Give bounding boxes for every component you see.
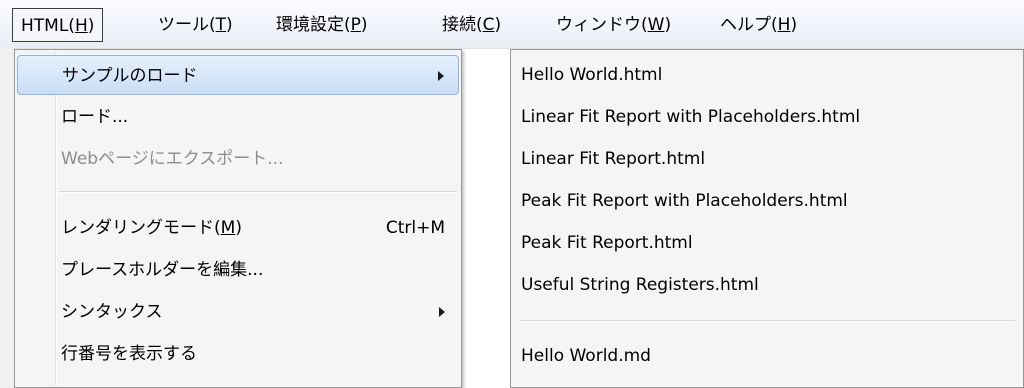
sample-item-label: Linear Fit Report.html <box>521 149 706 169</box>
menu-help-accelerator: H <box>777 15 791 35</box>
menu-connection[interactable]: 接続(C) <box>434 8 509 42</box>
sample-item-label: Hello World.html <box>521 65 663 85</box>
menu-separator <box>519 320 1015 322</box>
menu-tools-label: ツール( <box>158 15 216 35</box>
menu-tools-accelerator: T <box>215 15 227 35</box>
sample-item[interactable]: Peak Fit Report.html <box>513 223 1021 263</box>
menu-item-edit-placeholders[interactable]: プレースホルダーを編集... <box>17 250 459 290</box>
sample-item-label: Peak Fit Report with Placeholders.html <box>521 191 848 211</box>
menu-html[interactable]: HTML(H) <box>12 8 104 42</box>
menu-html-accelerator: H <box>74 16 88 36</box>
menu-tools[interactable]: ツール(T) <box>150 8 241 42</box>
menu-window-close: ) <box>664 15 672 35</box>
menu-item-show-line-numbers[interactable]: 行番号を表示する <box>17 334 459 374</box>
sample-item[interactable]: Linear Fit Report.html <box>513 139 1021 179</box>
menu-item-label: 行番号を表示する <box>61 344 197 364</box>
menu-preferences[interactable]: 環境設定(P) <box>268 8 376 42</box>
menu-item-label: Webページにエクスポート... <box>61 149 284 169</box>
menu-preferences-label: 環境設定( <box>276 15 351 35</box>
menu-item-label-text: レンダリングモード( <box>61 218 221 238</box>
sample-item-label: Useful String Registers.html <box>521 275 759 295</box>
submenu-arrow-icon <box>439 307 445 317</box>
menu-help-close: ) <box>790 15 798 35</box>
menu-item-accelerator: M <box>220 218 236 238</box>
menu-preferences-close: ) <box>360 15 368 35</box>
sample-item[interactable]: Useful String Registers.html <box>513 265 1021 305</box>
menu-item-label: プレースホルダーを編集... <box>61 260 264 280</box>
menu-item-syntax[interactable]: シンタックス <box>17 292 459 332</box>
menu-item-rendering-mode[interactable]: レンダリングモード(M) Ctrl+M <box>17 208 459 248</box>
menu-window-label: ウィンドウ( <box>556 15 648 35</box>
menu-html-close: ) <box>87 16 95 36</box>
menu-help[interactable]: ヘルプ(H) <box>712 8 805 42</box>
sample-item[interactable]: Linear Fit Report with Placeholders.html <box>513 97 1021 137</box>
sample-item-label: Hello World.md <box>521 346 651 366</box>
menu-item-label: サンプルのロード <box>62 66 198 86</box>
menu-item-load[interactable]: ロード... <box>17 97 459 137</box>
menu-connection-label: 接続( <box>442 15 483 35</box>
background-window-edge <box>0 48 15 388</box>
sample-item-label: Peak Fit Report.html <box>521 233 693 253</box>
menu-item-label: ロード... <box>61 107 129 127</box>
menu-html-label: HTML( <box>21 16 75 36</box>
menu-connection-accelerator: C <box>482 15 495 35</box>
sample-item[interactable]: Peak Fit Report with Placeholders.html <box>513 181 1021 221</box>
sample-item[interactable]: Hello World.html <box>513 55 1021 95</box>
html-dropdown-menu: サンプルのロード ロード... Webページにエクスポート... レンダリングモ… <box>14 49 462 388</box>
menu-window-accelerator: W <box>647 15 665 35</box>
samples-submenu: Hello World.html Linear Fit Report with … <box>510 49 1024 388</box>
menu-help-label: ヘルプ( <box>720 15 778 35</box>
menu-window[interactable]: ウィンドウ(W) <box>548 8 679 42</box>
menu-item-label-close: ) <box>235 218 242 238</box>
menu-separator <box>59 191 457 193</box>
menu-item-label: シンタックス <box>61 302 163 322</box>
menu-connection-close: ) <box>494 15 502 35</box>
sample-item-label: Linear Fit Report with Placeholders.html <box>521 107 861 127</box>
menu-item-shortcut: Ctrl+M <box>385 218 445 238</box>
submenu-arrow-icon <box>438 71 444 81</box>
menu-tools-close: ) <box>226 15 233 35</box>
menu-item-load-sample[interactable]: サンプルのロード <box>17 55 459 95</box>
menu-preferences-accelerator: P <box>350 15 361 35</box>
menu-item-export-web-page: Webページにエクスポート... <box>17 139 459 179</box>
menu-bar: HTML(H) ツール(T) 環境設定(P) 接続(C) ウィンドウ(W) ヘル… <box>0 0 1024 49</box>
menu-item-label: レンダリングモード(M) <box>61 208 242 248</box>
sample-item[interactable]: Hello World.md <box>513 336 1021 376</box>
